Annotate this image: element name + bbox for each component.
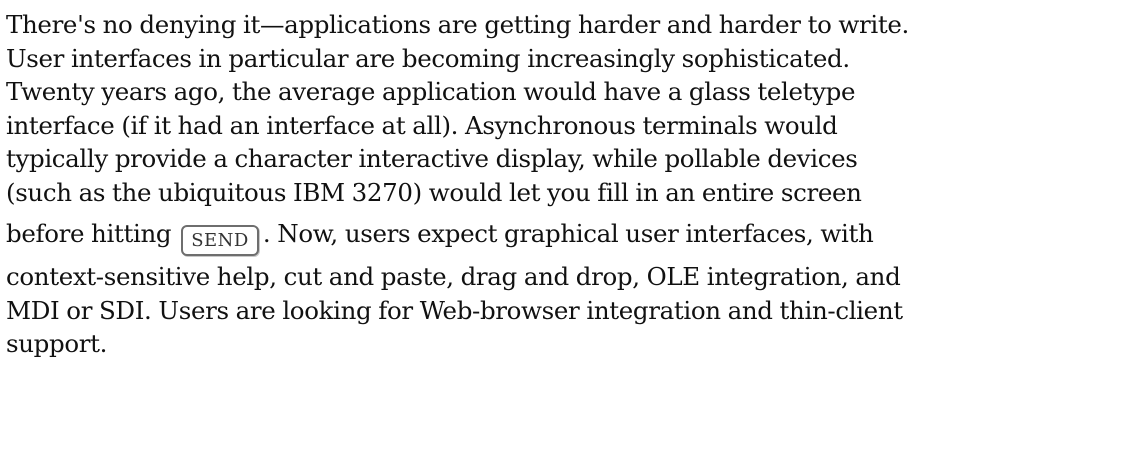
paragraph-line: There's no denying it—applications are g…: [6, 10, 909, 39]
paragraph-line: interface (if it had an interface at all…: [6, 110, 838, 140]
body-paragraph: There's no denying it—applications are g…: [6, 8, 1122, 361]
paragraph-line: MDI or SDI. Users are looking for Web-br…: [6, 295, 903, 325]
paragraph-line: Twenty years ago, the average applicatio…: [6, 77, 856, 106]
paragraph-line: support.: [6, 329, 108, 358]
text-before-key: before hitting: [6, 219, 172, 248]
document-page: There's no denying it—applications are g…: [0, 0, 1125, 455]
paragraph-line: User interfaces in particular are becomi…: [6, 43, 850, 73]
paragraph-line: (such as the ubiquitous IBM 3270) would …: [6, 177, 862, 207]
paragraph-line-with-key: before hitting SEND. Now, users expect gr…: [6, 217, 1122, 256]
paragraph-line: typically provide a character interactiv…: [6, 144, 858, 173]
paragraph-line: context-sensitive help, cut and paste, d…: [6, 262, 901, 291]
send-key-icon: SEND: [181, 225, 259, 256]
text-after-key: . Now, users expect graphical user inter…: [262, 219, 874, 248]
